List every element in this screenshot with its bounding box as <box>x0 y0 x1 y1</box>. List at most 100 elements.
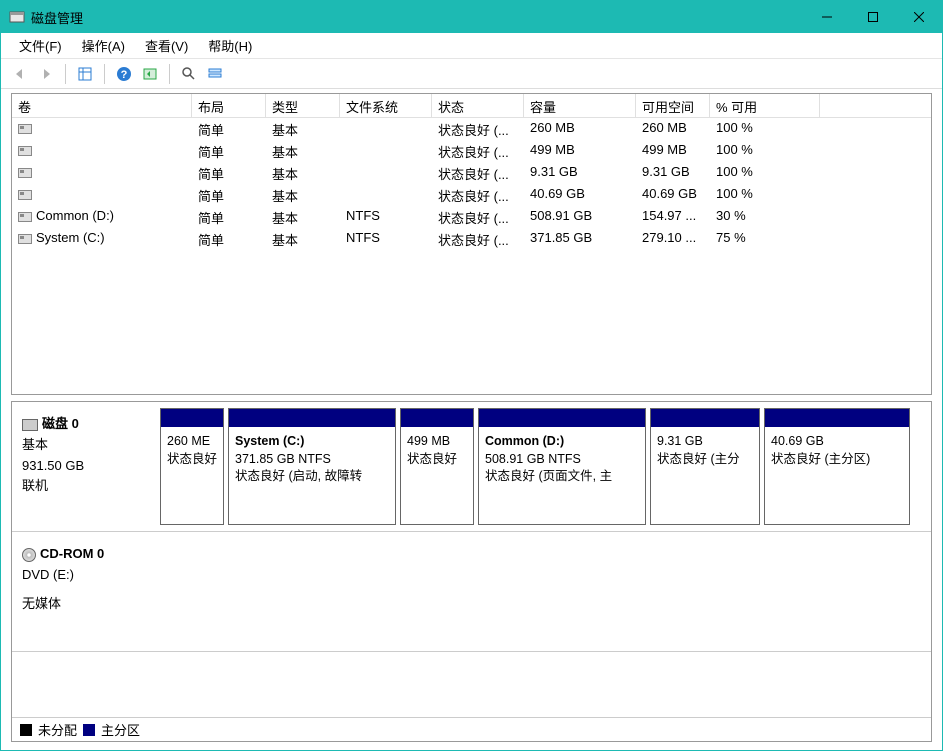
volume-list-header: 卷 布局 类型 文件系统 状态 容量 可用空间 % 可用 <box>12 94 931 118</box>
partition[interactable]: 499 MB状态良好 <box>400 408 474 525</box>
volume-list-body[interactable]: 简单基本状态良好 (...260 MB260 MB100 %简单基本状态良好 (… <box>12 118 931 394</box>
volume-row[interactable]: Common (D:)简单基本NTFS状态良好 (...508.91 GB154… <box>12 206 931 228</box>
toolbar-separator <box>104 64 105 84</box>
menu-file[interactable]: 文件(F) <box>9 33 72 58</box>
cell-layout: 简单 <box>192 118 266 140</box>
cell-capacity: 9.31 GB <box>524 162 636 184</box>
cell-layout: 简单 <box>192 206 266 228</box>
partition-bar <box>765 409 909 427</box>
cell-layout: 简单 <box>192 228 266 250</box>
cell-layout: 简单 <box>192 162 266 184</box>
partition-status: 状态良好 (主分区) <box>771 451 903 469</box>
partition-size: 499 MB <box>407 433 467 451</box>
partition-status: 状态良好 (页面文件, 主 <box>485 468 639 486</box>
volume-row[interactable]: 简单基本状态良好 (...499 MB499 MB100 % <box>12 140 931 162</box>
cell-layout: 简单 <box>192 140 266 162</box>
volume-name: Common (D:) <box>36 208 114 223</box>
menu-bar: 文件(F) 操作(A) 查看(V) 帮助(H) <box>1 33 942 59</box>
partition-status: 状态良好 <box>407 451 467 469</box>
cell-free: 40.69 GB <box>636 184 710 206</box>
col-spacer <box>820 94 931 117</box>
toolbar-view-icon[interactable] <box>74 63 96 85</box>
partition[interactable]: 260 ME状态良好 <box>160 408 224 525</box>
maximize-button[interactable] <box>850 1 896 33</box>
col-volume[interactable]: 卷 <box>12 94 192 117</box>
content-area: 卷 布局 类型 文件系统 状态 容量 可用空间 % 可用 简单基本状态良好 (.… <box>1 89 942 750</box>
col-status[interactable]: 状态 <box>432 94 524 117</box>
volume-row[interactable]: 简单基本状态良好 (...40.69 GB40.69 GB100 % <box>12 184 931 206</box>
disk-label: 磁盘 0 <box>42 416 79 431</box>
partition-bar <box>401 409 473 427</box>
col-filesystem[interactable]: 文件系统 <box>340 94 432 117</box>
disk-type: 基本 <box>22 435 154 456</box>
toolbar-properties-icon[interactable] <box>178 63 200 85</box>
cell-type: 基本 <box>266 206 340 228</box>
back-button[interactable] <box>9 63 31 85</box>
partition[interactable]: 9.31 GB状态良好 (主分 <box>650 408 760 525</box>
cell-pctfree: 30 % <box>710 206 820 228</box>
cell-filesystem: NTFS <box>340 206 432 228</box>
minimize-button[interactable] <box>804 1 850 33</box>
volume-icon <box>18 234 32 244</box>
col-pctfree[interactable]: % 可用 <box>710 94 820 117</box>
partition[interactable]: 40.69 GB状态良好 (主分区) <box>764 408 910 525</box>
close-button[interactable] <box>896 1 942 33</box>
volume-name: System (C:) <box>36 230 105 245</box>
col-type[interactable]: 类型 <box>266 94 340 117</box>
disk-info: 磁盘 0 基本 931.50 GB 联机 <box>18 408 158 525</box>
cell-filesystem <box>340 140 432 162</box>
title-bar: 磁盘管理 <box>1 1 942 33</box>
col-layout[interactable]: 布局 <box>192 94 266 117</box>
cell-filesystem <box>340 118 432 140</box>
partition-size: 371.85 GB NTFS <box>235 451 389 469</box>
svg-text:?: ? <box>121 69 128 81</box>
cell-status: 状态良好 (... <box>432 118 524 140</box>
cell-pctfree: 100 % <box>710 162 820 184</box>
col-free[interactable]: 可用空间 <box>636 94 710 117</box>
volume-icon <box>18 124 32 134</box>
col-capacity[interactable]: 容量 <box>524 94 636 117</box>
partition-size: 40.69 GB <box>771 433 903 451</box>
volume-row[interactable]: 简单基本状态良好 (...260 MB260 MB100 % <box>12 118 931 140</box>
partition[interactable]: System (C:)371.85 GB NTFS状态良好 (启动, 故障转 <box>228 408 396 525</box>
partition-name: Common (D:) <box>485 433 639 451</box>
cell-capacity: 508.91 GB <box>524 206 636 228</box>
partition-status: 状态良好 <box>167 451 217 469</box>
cell-type: 基本 <box>266 140 340 162</box>
cell-capacity: 260 MB <box>524 118 636 140</box>
cell-status: 状态良好 (... <box>432 184 524 206</box>
volume-row[interactable]: 简单基本状态良好 (...9.31 GB9.31 GB100 % <box>12 162 931 184</box>
volume-row[interactable]: System (C:)简单基本NTFS状态良好 (...371.85 GB279… <box>12 228 931 250</box>
disk-row-cdrom[interactable]: CD-ROM 0 DVD (E:) 无媒体 <box>12 532 931 652</box>
menu-help[interactable]: 帮助(H) <box>198 33 262 58</box>
cell-filesystem <box>340 184 432 206</box>
cell-capacity: 371.85 GB <box>524 228 636 250</box>
menu-action[interactable]: 操作(A) <box>72 33 135 58</box>
partition-bar <box>161 409 223 427</box>
cell-type: 基本 <box>266 184 340 206</box>
volume-icon <box>18 212 32 222</box>
toolbar-list-icon[interactable] <box>204 63 226 85</box>
disk-row-0[interactable]: 磁盘 0 基本 931.50 GB 联机 260 ME状态良好System (C… <box>12 402 931 532</box>
help-icon[interactable]: ? <box>113 63 135 85</box>
cell-type: 基本 <box>266 228 340 250</box>
cdrom-icon <box>22 548 36 562</box>
cell-pctfree: 100 % <box>710 118 820 140</box>
partition-status: 状态良好 (主分 <box>657 451 753 469</box>
legend-swatch-unallocated <box>20 724 32 736</box>
disk-graphic-scroll[interactable]: 磁盘 0 基本 931.50 GB 联机 260 ME状态良好System (C… <box>12 402 931 717</box>
forward-button[interactable] <box>35 63 57 85</box>
cell-status: 状态良好 (... <box>432 206 524 228</box>
volume-icon <box>18 168 32 178</box>
toolbar-refresh-icon[interactable] <box>139 63 161 85</box>
toolbar: ? <box>1 59 942 89</box>
partition-size: 260 ME <box>167 433 217 451</box>
menu-view[interactable]: 查看(V) <box>135 33 198 58</box>
partition[interactable]: Common (D:)508.91 GB NTFS状态良好 (页面文件, 主 <box>478 408 646 525</box>
partitions-container <box>160 538 925 645</box>
cell-type: 基本 <box>266 162 340 184</box>
partition-bar <box>651 409 759 427</box>
cell-pctfree: 100 % <box>710 184 820 206</box>
volume-list: 卷 布局 类型 文件系统 状态 容量 可用空间 % 可用 简单基本状态良好 (.… <box>11 93 932 395</box>
cell-free: 499 MB <box>636 140 710 162</box>
